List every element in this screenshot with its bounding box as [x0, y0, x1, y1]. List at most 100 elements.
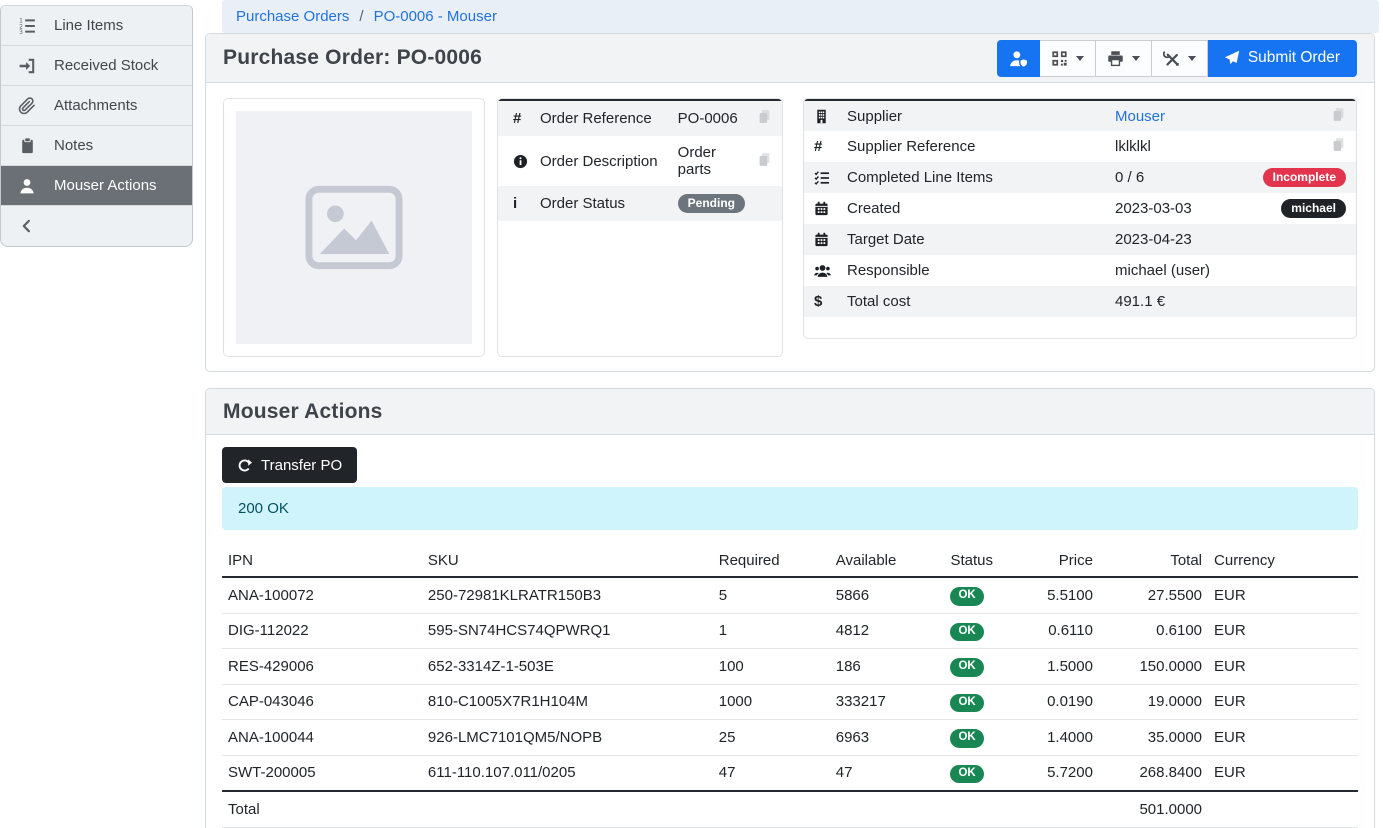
- cell-required: 100: [713, 649, 830, 685]
- copy-icon[interactable]: [1331, 137, 1346, 152]
- caret-down-icon: [1076, 56, 1084, 61]
- column-header-required: Required: [713, 546, 830, 577]
- calendar-icon: [814, 201, 835, 216]
- print-actions-button[interactable]: [1096, 40, 1152, 77]
- cell-price: 0.0190: [1008, 684, 1099, 720]
- detail-row-responsible: Responsible michael (user): [804, 255, 1356, 286]
- purchase-order-panel-body: # Order Reference PO-0006 Order Descript…: [206, 83, 1374, 371]
- detail-value: PO-0006: [672, 100, 751, 136]
- image-placeholder-icon: [236, 111, 472, 344]
- column-header-ipn: IPN: [222, 546, 422, 577]
- cell-currency: EUR: [1208, 684, 1358, 720]
- cell-price: 5.5100: [1008, 577, 1099, 613]
- cell-required: 47: [713, 755, 830, 791]
- cell-sku: 652-3314Z-1-503E: [422, 649, 713, 685]
- sidebar-item-notes[interactable]: Notes: [1, 126, 192, 166]
- hashtag-icon: #: [814, 138, 835, 155]
- cell-required: 5: [713, 577, 830, 613]
- transfer-po-button[interactable]: Transfer PO: [222, 447, 357, 483]
- breadcrumb-current-link[interactable]: PO-0006 - Mouser: [374, 8, 497, 25]
- dollar-icon: $: [814, 293, 835, 310]
- detail-row-total-cost: $ Total cost 491.1 €: [804, 286, 1356, 317]
- cell-ipn: DIG-112022: [222, 613, 422, 649]
- column-header-status: Status: [944, 546, 1008, 577]
- sidebar-item-mouser-actions[interactable]: Mouser Actions: [1, 166, 192, 206]
- mouser-actions-panel-header: Mouser Actions: [206, 389, 1374, 435]
- detail-row-order-status: i Order Status Pending: [498, 186, 782, 221]
- tools-icon: [1163, 50, 1180, 67]
- section-title: Mouser Actions: [223, 400, 383, 424]
- status-badge: Pending: [678, 194, 745, 213]
- admin-view-button[interactable]: [997, 40, 1040, 77]
- mouser-actions-panel: Mouser Actions Transfer PO 200 OK IPN S: [205, 388, 1375, 828]
- copy-icon[interactable]: [757, 152, 772, 167]
- svg-text:3: 3: [19, 29, 23, 34]
- status-alert: 200 OK: [222, 487, 1358, 530]
- cell-available: 333217: [830, 684, 945, 720]
- copy-icon[interactable]: [1331, 107, 1346, 122]
- order-image-card[interactable]: [223, 98, 485, 357]
- cell-sku: 926-LMC7101QM5/NOPB: [422, 720, 713, 756]
- cell-currency: EUR: [1208, 577, 1358, 613]
- main-content: Purchase Orders / PO-0006 - Mouser Purch…: [205, 0, 1375, 828]
- breadcrumb: Purchase Orders / PO-0006 - Mouser: [222, 0, 1379, 33]
- cell-required: 1: [713, 613, 830, 649]
- user-shield-icon: [1009, 49, 1028, 68]
- caret-down-icon: [1132, 56, 1140, 61]
- order-actions-button[interactable]: [1152, 40, 1208, 77]
- ok-badge: OK: [950, 729, 983, 748]
- sidebar: 123 Line Items Received Stock Attachment…: [0, 5, 193, 247]
- column-header-available: Available: [830, 546, 945, 577]
- detail-label: Created: [841, 193, 1109, 224]
- supplier-link[interactable]: Mouser: [1115, 108, 1165, 125]
- cell-currency: EUR: [1208, 755, 1358, 791]
- info-circle-icon: [513, 154, 528, 169]
- sidebar-item-received-stock[interactable]: Received Stock: [1, 46, 192, 86]
- table-row: ANA-100072 250-72981KLRATR150B3 5 5866 O…: [222, 577, 1358, 613]
- cell-currency: EUR: [1208, 720, 1358, 756]
- supplier-details-table: Supplier Mouser # Supplier Reference lkl…: [803, 98, 1357, 339]
- sidebar-item-attachments[interactable]: Attachments: [1, 86, 192, 126]
- detail-row-empty: [804, 317, 1356, 334]
- detail-row-target-date: Target Date 2023-04-23: [804, 224, 1356, 255]
- caret-down-icon: [1188, 56, 1196, 61]
- table-footer-row: Total 501.0000: [222, 791, 1358, 828]
- detail-row-supplier-reference: # Supplier Reference lklklkl: [804, 131, 1356, 162]
- column-header-total: Total: [1099, 546, 1208, 577]
- detail-value: michael (user): [1109, 255, 1236, 286]
- detail-row-order-description: Order Description Order parts: [498, 136, 782, 186]
- cell-available: 5866: [830, 577, 945, 613]
- cell-available: 47: [830, 755, 945, 791]
- table-row: CAP-043046 810-C1005X7R1H104M 1000 33321…: [222, 684, 1358, 720]
- sidebar-item-label: Received Stock: [54, 57, 158, 74]
- detail-value: 2023-03-03: [1109, 193, 1236, 224]
- cell-available: 6963: [830, 720, 945, 756]
- sidebar-item-label: Mouser Actions: [54, 177, 157, 194]
- barcode-actions-button[interactable]: [1040, 40, 1096, 77]
- sidebar-item-label: Notes: [54, 137, 93, 154]
- refresh-icon: [237, 458, 252, 473]
- breadcrumb-separator: /: [359, 8, 363, 25]
- ok-badge: OK: [950, 587, 983, 606]
- footer-total-label: Total: [222, 791, 422, 828]
- line-items-table: IPN SKU Required Available Status Price …: [222, 546, 1358, 828]
- cell-total: 35.0000: [1099, 720, 1208, 756]
- cell-ipn: ANA-100072: [222, 577, 422, 613]
- submit-order-button[interactable]: Submit Order: [1208, 40, 1357, 77]
- qrcode-icon: [1051, 50, 1068, 67]
- cell-total: 19.0000: [1099, 684, 1208, 720]
- cell-price: 1.5000: [1008, 649, 1099, 685]
- copy-icon[interactable]: [757, 109, 772, 124]
- cell-sku: 250-72981KLRATR150B3: [422, 577, 713, 613]
- column-header-price: Price: [1008, 546, 1099, 577]
- sidebar-item-line-items[interactable]: 123 Line Items: [1, 6, 192, 46]
- cell-ipn: SWT-200005: [222, 755, 422, 791]
- list-check-icon: [814, 170, 835, 186]
- detail-label: Responsible: [841, 255, 1109, 286]
- cell-price: 0.6110: [1008, 613, 1099, 649]
- page-title: Purchase Order: PO-0006: [223, 46, 482, 70]
- sidebar-item-label: Line Items: [54, 17, 123, 34]
- detail-row-order-reference: # Order Reference PO-0006: [498, 100, 782, 136]
- breadcrumb-purchase-orders-link[interactable]: Purchase Orders: [236, 8, 349, 25]
- sidebar-collapse-button[interactable]: [1, 206, 192, 246]
